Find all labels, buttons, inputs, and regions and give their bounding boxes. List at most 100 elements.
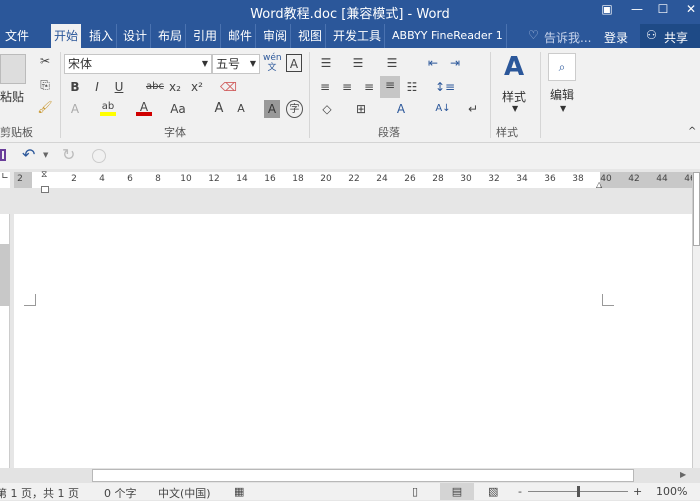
document-page[interactable] <box>14 214 692 468</box>
ruler-tick-label: 6 <box>127 174 133 184</box>
tell-me-search[interactable]: 告诉我... <box>544 29 591 46</box>
format-painter-icon[interactable]: 🖌 <box>36 98 54 116</box>
web-layout-icon[interactable]: ▧ <box>488 485 498 498</box>
shrink-font-button[interactable]: A <box>234 100 248 118</box>
sign-in-link[interactable]: 登录 <box>604 29 628 46</box>
macro-record-icon[interactable]: ▦ <box>234 485 244 498</box>
bold-button[interactable]: B <box>68 78 82 96</box>
cut-icon[interactable]: ✂ <box>36 52 54 70</box>
zoom-out-button[interactable]: - <box>518 485 522 498</box>
styles-button[interactable]: A 样式 ▼ <box>494 50 538 118</box>
underline-button[interactable]: U <box>112 78 126 96</box>
save-icon[interactable] <box>0 149 6 161</box>
horizontal-scroll-thumb[interactable] <box>92 469 634 482</box>
tab-selector[interactable]: ∟ <box>0 172 10 188</box>
word-count[interactable]: 0 个字 <box>104 485 137 501</box>
ruler-tick-label: 42 <box>628 174 640 184</box>
vertical-scrollbar[interactable] <box>692 172 700 468</box>
tab-developer[interactable]: 开发工具 <box>330 24 386 48</box>
phonetic-guide-icon[interactable]: wén 文 <box>263 53 282 75</box>
tab-view[interactable]: 视图 <box>295 24 327 48</box>
ruler-tick-label: 2 <box>71 174 77 184</box>
subscript-button[interactable]: x₂ <box>168 78 182 96</box>
tab-references[interactable]: 引用 <box>190 24 222 48</box>
tab-home[interactable]: 开始 <box>51 24 82 48</box>
align-left-icon[interactable]: ≡ <box>316 78 334 96</box>
first-line-indent-marker[interactable]: ⧖ <box>41 170 47 180</box>
enclose-characters-icon[interactable]: 字 <box>286 100 303 118</box>
ruler-tick-label: 18 <box>292 174 304 184</box>
right-indent-marker[interactable]: △ <box>596 180 602 189</box>
read-mode-icon[interactable]: ▯ <box>412 485 418 498</box>
borders-icon[interactable]: ⊞ <box>350 100 372 118</box>
grow-font-button[interactable]: A <box>212 100 226 118</box>
align-right-icon[interactable]: ≡ <box>360 78 378 96</box>
language[interactable]: 中文(中国) <box>158 485 211 501</box>
share-button[interactable]: ⚇ 共享 <box>640 24 700 48</box>
print-layout-icon[interactable]: ▤ <box>440 483 474 500</box>
superscript-button[interactable]: x² <box>190 78 204 96</box>
tab-mailings[interactable]: 邮件 <box>225 24 257 48</box>
scroll-right-arrow[interactable]: ▶ <box>680 470 686 479</box>
character-border-icon[interactable]: A <box>286 54 302 72</box>
page-count[interactable]: 第 1 页，共 1 页 <box>0 485 79 501</box>
multilevel-list-icon[interactable]: ☰ <box>382 54 402 72</box>
tab-layout[interactable]: 布局 <box>155 24 187 48</box>
ruler-tick-label: 30 <box>460 174 472 184</box>
numbering-icon[interactable]: ☰ <box>348 54 368 72</box>
left-indent-marker[interactable] <box>41 186 49 193</box>
font-name-select[interactable]: 宋体 ▼ <box>64 54 212 74</box>
maximize-button[interactable]: ☐ <box>652 2 674 20</box>
tab-review[interactable]: 审阅 <box>260 24 292 48</box>
align-center-icon[interactable]: ≡ <box>338 78 356 96</box>
line-spacing-icon[interactable]: ↕≡ <box>434 78 456 96</box>
tab-insert[interactable]: 插入 <box>86 24 118 48</box>
tab-design[interactable]: 设计 <box>120 24 152 48</box>
ruler-tick-label: 32 <box>488 174 500 184</box>
ruler-tick-label: 14 <box>236 174 248 184</box>
zoom-slider-thumb[interactable] <box>577 486 580 497</box>
zoom-level[interactable]: 100% <box>656 485 687 498</box>
change-case-button[interactable]: Aa <box>168 100 188 118</box>
ruler-tick-label: 8 <box>155 174 161 184</box>
redo-icon[interactable]: ↻ <box>62 145 75 164</box>
tab-file[interactable]: 文件 <box>2 24 32 48</box>
vertical-scroll-thumb[interactable] <box>693 172 700 246</box>
horizontal-ruler[interactable]: 2 2 4 6 8 10 12 14 16 18 20 22 24 26 28 30 32 34 36 38 40 42 4… <box>14 170 696 193</box>
paste-button[interactable]: 粘贴 <box>0 88 24 105</box>
show-marks-icon[interactable]: ↵ <box>466 100 480 118</box>
font-color-button[interactable]: A <box>136 98 152 116</box>
italic-button[interactable]: I <box>90 78 104 96</box>
increase-indent-icon[interactable]: ⇥ <box>446 54 464 72</box>
asian-layout-icon[interactable]: A <box>390 100 412 118</box>
character-shading-button[interactable]: A <box>264 100 280 118</box>
tab-abbyy[interactable]: ABBYY FineReader 1 <box>389 24 507 48</box>
copy-icon[interactable]: ⎘ <box>36 76 54 94</box>
zoom-in-button[interactable]: + <box>633 485 642 498</box>
minimize-button[interactable]: — <box>626 2 648 20</box>
undo-icon[interactable]: ↶ <box>22 145 35 164</box>
distributed-icon[interactable]: ☷ <box>403 78 421 96</box>
bullets-icon[interactable]: ☰ <box>316 54 336 72</box>
collapse-ribbon-icon[interactable]: ^ <box>688 126 696 137</box>
ribbon: 粘贴 ✂ ⎘ 🖌 剪贴板 宋体 ▼ 五号 ▼ wén 文 A B I U abc x₂… <box>0 48 700 143</box>
ruler-tick-label: 28 <box>432 174 444 184</box>
ribbon-display-options-icon[interactable]: ▣ <box>596 2 618 20</box>
shading-icon[interactable]: ◇ <box>316 100 338 118</box>
editing-button[interactable]: ⌕ 编辑 ▼ <box>546 50 582 118</box>
sort-icon[interactable]: A↓ <box>434 100 452 118</box>
vertical-ruler[interactable] <box>0 214 10 468</box>
touch-mode-icon[interactable] <box>92 149 106 163</box>
close-button[interactable]: ✕ <box>680 2 700 20</box>
highlight-color-button[interactable]: ab <box>100 98 116 116</box>
vertical-ruler-margin <box>0 244 10 306</box>
clear-formatting-icon[interactable]: ⌫ <box>220 78 237 96</box>
justify-icon[interactable]: ≡ <box>380 76 400 98</box>
font-size-select[interactable]: 五号 ▼ <box>212 54 260 74</box>
undo-dropdown-icon[interactable]: ▼ <box>43 151 48 159</box>
decrease-indent-icon[interactable]: ⇤ <box>424 54 442 72</box>
strikethrough-button[interactable]: abc <box>144 78 166 96</box>
horizontal-scrollbar[interactable]: ▶ <box>0 468 700 483</box>
text-effects-button[interactable]: A <box>68 100 82 118</box>
status-bar: 第 1 页，共 1 页 0 个字 中文(中国) ▦ ▯ ▤ ▧ - + 100% <box>0 483 700 500</box>
